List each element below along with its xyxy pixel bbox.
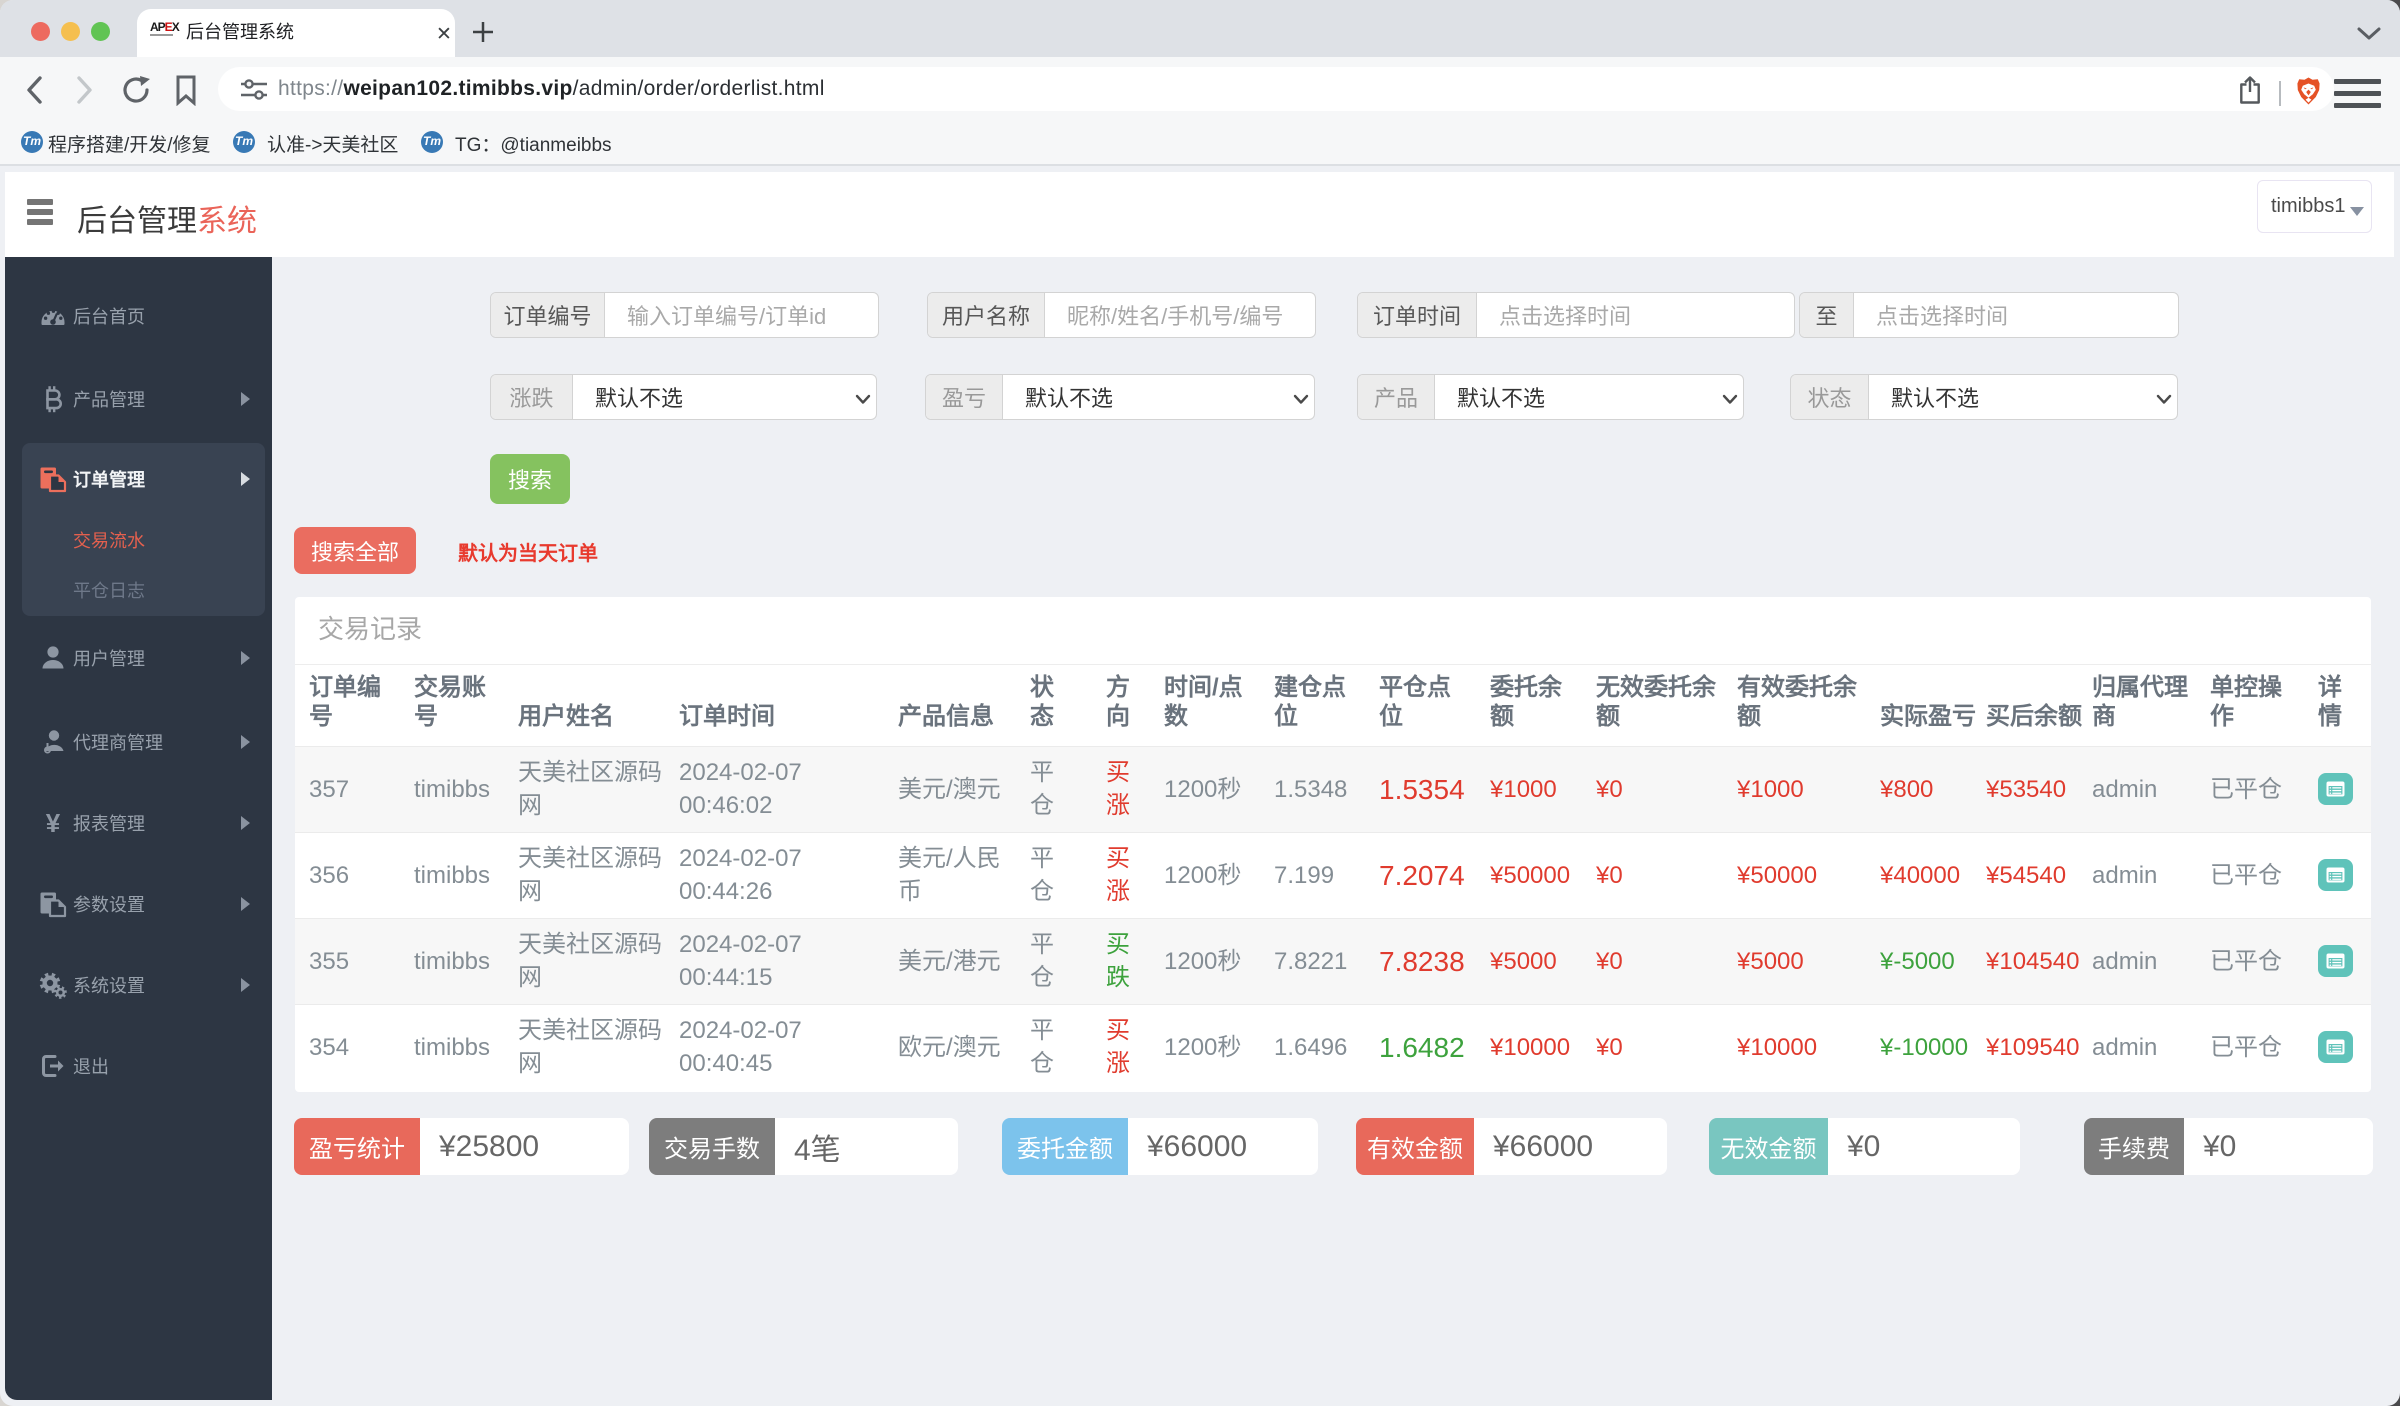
svg-text:¥: ¥ [46, 809, 61, 837]
